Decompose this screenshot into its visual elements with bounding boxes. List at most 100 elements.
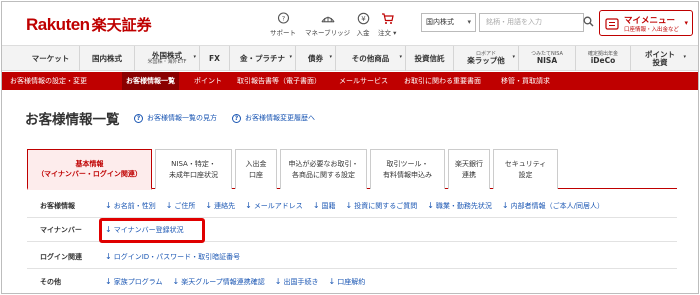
tab-nisa-account[interactable]: NISA・特定・ 未成年口座状況	[155, 149, 232, 189]
arrow-down-icon: ↓	[427, 201, 434, 210]
nav-item-other-products[interactable]: その他商品 ▾	[336, 46, 406, 71]
bridge-icon	[321, 11, 335, 25]
tab-product-settings[interactable]: 申込が必要なお取引・ 各商品に関する設定	[280, 149, 367, 189]
nav-label-2: 投資	[652, 57, 668, 67]
subnav-item-points[interactable]: ポイント	[194, 72, 222, 90]
tab-line1: 楽天銀行	[455, 160, 483, 169]
link-text: 出国手続き	[283, 278, 319, 286]
search-input[interactable]: 銘柄・用語を入力	[479, 13, 584, 32]
history-link[interactable]: ? お客様情報変更履歴へ	[232, 113, 315, 123]
moneybridge-label: マネーブリッジ	[305, 29, 351, 37]
subnav-item-important-documents[interactable]: お取引に関わる重要書面	[404, 72, 481, 90]
subnav-item-settings-change[interactable]: お客様情報の設定・変更	[10, 72, 87, 90]
link-close-account[interactable]: ↓ 口座解約	[329, 277, 366, 287]
logo-text-ja: 楽天証券	[91, 16, 152, 34]
tab-line1: 申込が必要なお取引・	[288, 160, 359, 169]
link-group-info[interactable]: ↓ 楽天グループ情報連携確認	[173, 277, 265, 287]
chevron-down-icon: ▾	[512, 54, 515, 60]
link-text: ご住所	[174, 202, 196, 210]
row-links: ↓ お名前・性別 ↓ ご住所 ↓ 連絡先 ↓ メールアドレス ↓ 国籍 ↓ 投資に関するご質…	[105, 194, 614, 218]
mymenu-subtitle: 口座情報・入出金など	[624, 27, 680, 33]
chevron-down-icon: ▾	[684, 19, 688, 27]
info-tabs: 基本情報 （マイナンバー・ログイン関連） NISA・特定・ 未成年口座状況 入出…	[27, 149, 677, 190]
arrow-down-icon: ↓	[205, 201, 213, 210]
deposit-link[interactable]: ¥ 入金	[356, 11, 370, 37]
link-name-gender[interactable]: ↓ お名前・性別	[105, 201, 156, 211]
tab-security-settings[interactable]: セキュリティ 設定	[493, 149, 558, 189]
link-text: 楽天グループ情報連携確認	[181, 278, 265, 286]
arrow-down-icon: ↓	[328, 277, 336, 286]
nav-item-foreign-stock[interactable]: 外国株式 米国株・海外ETF ▾	[135, 46, 200, 71]
tab-line1: セキュリティ	[504, 160, 547, 169]
chevron-down-icon: ▾	[193, 54, 196, 60]
order-label: 注文 ▾	[378, 29, 397, 37]
nav-item-fx[interactable]: FX	[200, 46, 230, 71]
tab-line2: 設定	[518, 170, 533, 179]
chevron-down-icon: ▾	[329, 54, 332, 60]
nav-item-robo-advisor[interactable]: ロボアド 楽ラップ他 ▾	[454, 46, 519, 71]
subnav-item-reports[interactable]: 取引報告書等（電子書面）	[237, 72, 321, 90]
link-family-program[interactable]: ↓ 家族プログラム	[105, 277, 163, 287]
section-row-customer-info: お客様情報 ↓ お名前・性別 ↓ ご住所 ↓ 連絡先 ↓ メールアドレス ↓ 国籍 ↓ 投資…	[27, 194, 677, 218]
link-investment-questions[interactable]: ↓ 投資に関するご質問	[346, 201, 418, 211]
mymenu-button[interactable]: マイメニュー 口座情報・入出金など ▾	[599, 10, 693, 36]
logo-text-en: Rakuten	[26, 15, 90, 34]
nav-item-nisa[interactable]: つみたてNISA NISA	[519, 46, 576, 71]
tab-rakuten-bank[interactable]: 楽天銀行 連携	[448, 149, 490, 189]
nav-item-bonds[interactable]: 債券 ▾	[296, 46, 336, 71]
subnav-item-mail-service[interactable]: メールサービス	[339, 72, 388, 90]
nav-item-ideco[interactable]: 確定拠出年金 iDeCo	[576, 46, 631, 71]
nav-item-investment-trust[interactable]: 投資信託	[406, 46, 454, 71]
yen-coin-icon: ¥	[356, 11, 370, 25]
link-address[interactable]: ↓ ご住所	[166, 201, 196, 211]
arrow-down-icon: ↓	[501, 201, 509, 210]
nav-label: 国内株式	[92, 53, 122, 63]
link-email[interactable]: ↓ メールアドレス	[245, 201, 303, 211]
arrow-down-icon: ↓	[105, 277, 112, 286]
link-departure[interactable]: ↓ 出国手続き	[275, 277, 319, 287]
support-chat-icon: ?	[276, 11, 290, 25]
history-link-text: お客様情報変更履歴へ	[245, 114, 315, 122]
nav-sublabel: 米国株・海外ETF	[147, 58, 187, 65]
rakuten-logo[interactable]: Rakuten 楽天証券	[26, 14, 152, 35]
nav-item-points[interactable]: ポイント 投資 ▾	[631, 46, 689, 71]
main-nav: マーケット 国内株式 外国株式 米国株・海外ETF ▾ FX 金・プラチナ ▾ 債券 ▾…	[2, 45, 698, 71]
link-login-credentials[interactable]: ↓ ログインID・パスワード・取引暗証番号	[105, 252, 240, 262]
nav-label: 楽ラップ他	[467, 56, 505, 66]
tab-line2: 口座	[249, 170, 263, 179]
user-icon	[605, 17, 619, 33]
tab-trading-tools[interactable]: 取引ツール・ 有料情報申込み	[370, 149, 445, 189]
section-row-login: ログイン関連 ↓ ログインID・パスワード・取引暗証番号	[27, 245, 677, 269]
link-contact[interactable]: ↓ 連絡先	[205, 201, 235, 211]
link-insider-info[interactable]: ↓ 内部者情報（ご本人/同居人）	[502, 201, 604, 211]
tab-line1: 取引ツール・	[386, 160, 429, 169]
customer-info-subnav: お客様情報の設定・変更 お客様情報一覧 ポイント 取引報告書等（電子書面） メー…	[2, 72, 698, 90]
help-link-text: お客様情報一覧の見方	[147, 114, 217, 122]
nav-label: その他商品	[351, 53, 390, 63]
search-scope-select[interactable]: 国内株式 ▾	[421, 13, 476, 32]
nav-item-domestic-stock[interactable]: 国内株式	[80, 46, 135, 71]
tab-basic-info[interactable]: 基本情報 （マイナンバー・ログイン関連）	[27, 149, 152, 190]
tab-deposit-account[interactable]: 入出金 口座	[235, 149, 277, 189]
order-link[interactable]: 注文 ▾	[378, 11, 396, 37]
row-label: マイナンバー	[40, 226, 82, 234]
link-nationality[interactable]: ↓ 国籍	[313, 201, 336, 211]
subnav-item-customer-info-list[interactable]: お客様情報一覧	[122, 72, 179, 90]
chevron-down-icon: ▾	[683, 54, 686, 60]
section-row-other: その他 ↓ 家族プログラム ↓ 楽天グループ情報連携確認 ↓ 出国手続き ↓ 口座解約	[27, 270, 677, 293]
moneybridge-link[interactable]: マネーブリッジ	[305, 11, 350, 37]
tab-line2: 未成年口座状況	[169, 170, 218, 179]
help-link[interactable]: ? お客様情報一覧の見方	[134, 113, 217, 123]
subnav-item-transfer-request[interactable]: 移管・買取請求	[501, 72, 550, 90]
chevron-down-icon: ▾	[399, 54, 402, 60]
tab-line2: 連携	[462, 170, 476, 179]
nav-item-market[interactable]: マーケット	[22, 46, 80, 71]
support-link[interactable]: ? サポート	[270, 11, 296, 37]
search-icon	[583, 16, 594, 29]
link-occupation[interactable]: ↓ 職業・勤務先状況	[427, 201, 492, 211]
chevron-down-icon: ▾	[467, 18, 471, 26]
chevron-down-icon: ▾	[289, 54, 292, 60]
support-label: サポート	[270, 29, 296, 37]
search-button[interactable]	[581, 13, 595, 32]
nav-item-gold-platinum[interactable]: 金・プラチナ ▾	[230, 46, 296, 71]
